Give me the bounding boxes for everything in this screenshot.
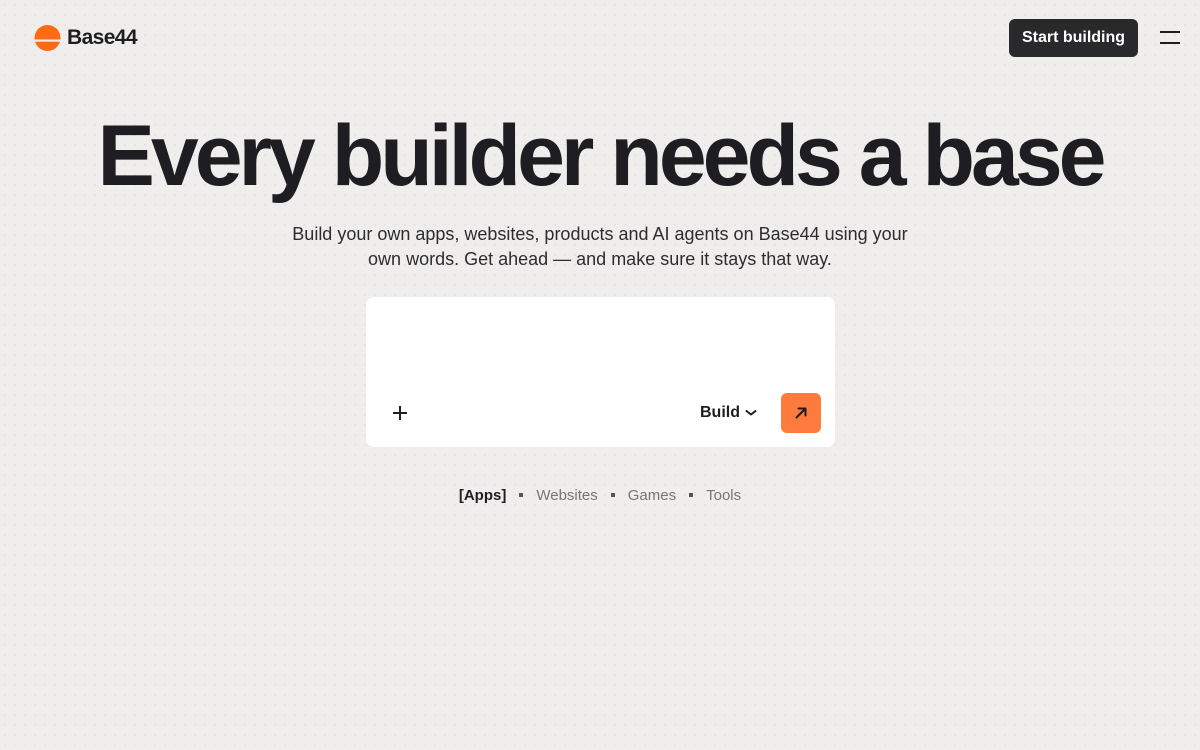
send-button[interactable] [781,393,821,433]
start-building-button[interactable]: Start building [1009,19,1138,57]
mode-select[interactable]: Build [700,401,757,425]
category-tools[interactable]: Tools [706,487,741,504]
hero-title: Every builder needs a base [97,108,1107,204]
plus-icon [393,406,407,420]
category-tabs: [Apps] Websites Games Tools [0,485,1200,505]
arrow-up-right-icon [795,407,807,419]
category-separator [610,493,615,497]
menu-line [1160,42,1180,44]
category-apps[interactable]: [Apps] [459,487,507,504]
mode-label: Build [700,404,740,421]
hamburger-menu-icon[interactable] [1158,28,1182,48]
prompt-card: Build [366,297,835,447]
site-header: Base44 Start building [0,0,1200,76]
hero-subtitle: Build your own apps, websites, products … [292,224,908,269]
chevron-down-icon [745,410,757,416]
category-websites[interactable]: Websites [536,487,597,504]
category-separator [519,493,524,497]
add-attachment-button[interactable] [388,401,412,425]
logo[interactable]: Base44 [34,24,138,52]
category-separator [689,493,694,497]
menu-line [1160,31,1180,33]
logo-icon [34,25,61,51]
category-games[interactable]: Games [628,487,676,504]
logo-text: Base44 [67,26,138,49]
prompt-input[interactable] [384,311,814,381]
